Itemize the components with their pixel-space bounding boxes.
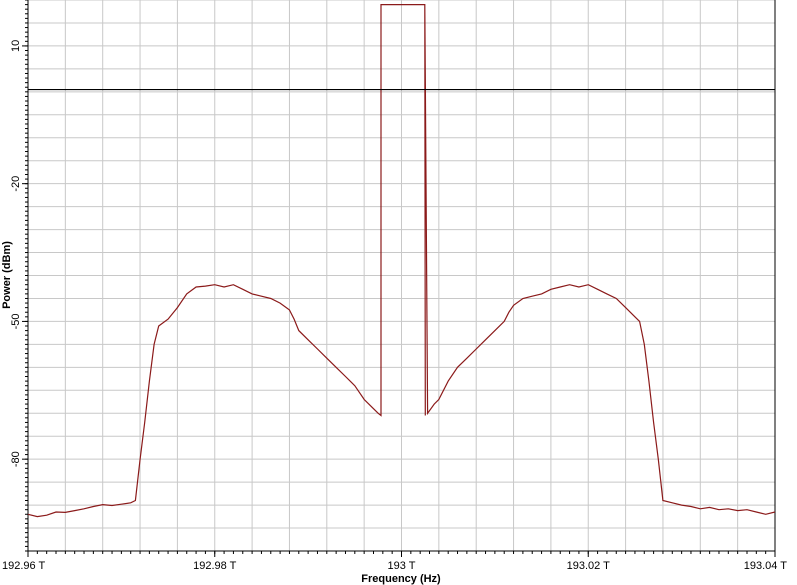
x-tick-label: 193.04 T [744, 560, 788, 572]
x-tick-label: 193.02 T [567, 560, 611, 572]
y-tick-label: -20 [10, 176, 22, 192]
x-axis-title: Frequency (Hz) [361, 573, 441, 585]
spectrum-chart: 192.96 T 192.98 T 193 T 193.02 T 193.04 T 10 -… [0, 0, 797, 585]
x-tick-label: 192.96 T [2, 560, 46, 572]
y-tick-label: -50 [10, 313, 22, 329]
grid-lines [27, 0, 776, 552]
x-tick-label: 192.98 T [193, 560, 237, 572]
chart-background [0, 0, 797, 585]
y-axis-title: Power (dBm) [1, 241, 13, 309]
y-tick-label: -80 [10, 451, 22, 467]
x-tick-label: 193 T [388, 560, 416, 572]
y-tick-label: 10 [10, 40, 22, 52]
